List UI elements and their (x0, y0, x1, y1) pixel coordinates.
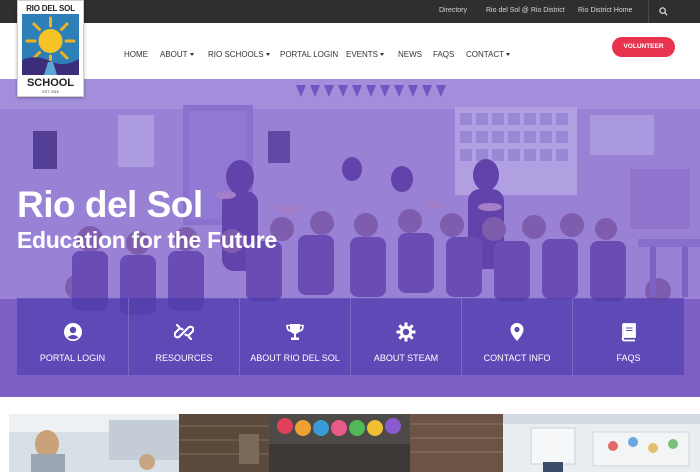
quick-link-label: FAQS (616, 353, 641, 363)
quick-link-contact-info[interactable]: CONTACT INFO (461, 298, 572, 375)
caret-down-icon (380, 53, 385, 56)
chain-link-icon (174, 323, 194, 341)
thumbnail-photo (179, 414, 269, 472)
nav-about-label: ABOUT (160, 50, 188, 59)
quick-link-label: RESOURCES (155, 353, 213, 363)
quick-link-faqs[interactable]: FAQS (572, 298, 684, 375)
nav-contact-label: CONTACT (466, 50, 505, 59)
nav-events-label: EVENTS (346, 50, 379, 59)
quick-link-about-steam[interactable]: ABOUT STEAM (350, 298, 461, 375)
quick-link-about-rio-del-sol[interactable]: ABOUT RIO DEL SOL (239, 298, 350, 375)
utility-bar: Directory Rio del Sol @ Rio District Rio… (0, 0, 700, 23)
caret-down-icon (506, 53, 511, 56)
nav-faqs[interactable]: FAQS (433, 50, 454, 59)
nav-faqs-label: FAQS (433, 50, 455, 59)
user-circle-icon (63, 323, 82, 341)
thumbnail-photo (410, 414, 503, 472)
quick-link-label: ABOUT STEAM (373, 353, 439, 363)
book-icon (621, 323, 636, 342)
utility-link-rio-district[interactable]: Rio del Sol @ Rio District (486, 7, 565, 14)
news-thumbnail-4[interactable] (410, 414, 503, 472)
quick-link-label: ABOUT RIO DEL SOL (250, 353, 340, 363)
quick-link-portal-login[interactable]: PORTAL LOGIN (17, 298, 128, 375)
school-logo[interactable]: RIO DEL SOL SCHOOL EST. 2018 (17, 0, 84, 97)
hero-banner: Rio del Sol Education for the Future POR… (0, 79, 700, 397)
hero-title: Rio del Sol (17, 184, 203, 225)
nav-home[interactable]: HOME (124, 50, 148, 59)
news-thumbnails (0, 397, 700, 472)
nav-portal-login[interactable]: PORTAL LOGIN (280, 50, 338, 59)
gear-icon (396, 322, 416, 342)
trophy-icon (286, 324, 304, 340)
thumbnail-photo (503, 414, 700, 472)
caret-down-icon (265, 53, 270, 56)
logo-top-text: RIO DEL SOL (26, 4, 75, 13)
nav-rio-schools[interactable]: RIO SCHOOLS (208, 50, 270, 59)
news-thumbnail-5[interactable] (503, 414, 700, 472)
hero-subtitle: Education for the Future (17, 227, 277, 253)
map-pin-icon (510, 323, 524, 341)
quick-links-bar: PORTAL LOGIN RESOURCES ABOUT RIO DEL SOL… (17, 298, 684, 375)
nav-rio-schools-label: RIO SCHOOLS (208, 50, 264, 59)
quick-link-label: CONTACT INFO (483, 353, 551, 363)
utility-link-directory[interactable]: Directory (439, 7, 467, 14)
nav-contact[interactable]: CONTACT (466, 50, 511, 59)
news-thumbnail-3[interactable] (269, 414, 410, 472)
news-thumbnail-1[interactable] (9, 414, 179, 472)
nav-news-label: NEWS (398, 50, 422, 59)
search-button[interactable] (648, 0, 678, 23)
utility-link-district-home[interactable]: Rio District Home (578, 7, 632, 14)
main-nav: HOME ABOUT RIO SCHOOLS PORTAL LOGIN EVEN… (0, 23, 700, 79)
caret-down-icon (189, 53, 194, 56)
volunteer-button[interactable]: VOLUNTEER (612, 37, 675, 57)
logo-established-text: EST. 2018 (42, 90, 59, 94)
nav-news[interactable]: NEWS (398, 50, 422, 59)
nav-portal-login-label: PORTAL LOGIN (280, 50, 339, 59)
thumbnail-photo (269, 414, 410, 472)
news-thumbnail-2[interactable] (179, 414, 269, 472)
logo-bottom-text: SCHOOL (26, 77, 75, 89)
thumbnail-photo (9, 414, 179, 472)
nav-home-label: HOME (124, 50, 148, 59)
quick-link-label: PORTAL LOGIN (39, 353, 106, 363)
quick-link-resources[interactable]: RESOURCES (128, 298, 239, 375)
nav-about[interactable]: ABOUT (160, 50, 194, 59)
sun-logo-icon (22, 14, 79, 75)
nav-events[interactable]: EVENTS (346, 50, 385, 59)
search-icon (659, 7, 668, 16)
